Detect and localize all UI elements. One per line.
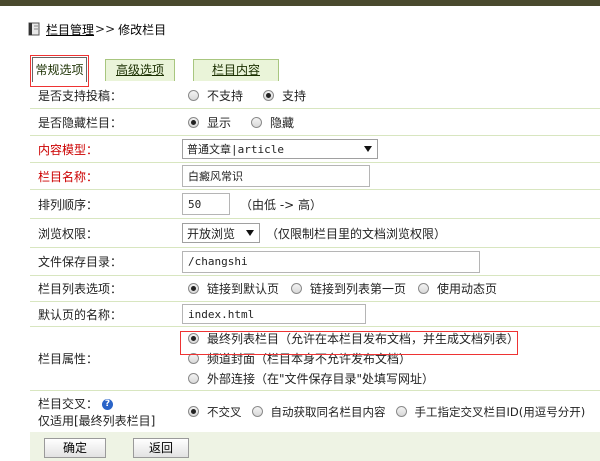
attribute-final-list-radio[interactable]: 最终列表栏目（允许在本栏目发布文档，并生成文档列表） — [182, 330, 519, 347]
row-submission: 是否支持投稿： 不支持 支持 — [30, 82, 600, 109]
breadcrumb-separator: >> — [95, 22, 116, 36]
list-option-default-radio[interactable]: 链接到默认页 — [182, 280, 279, 297]
attribute-channel-cover-radio[interactable]: 频道封面（栏目本身不允许发布文档） — [182, 350, 411, 367]
hidden-label: 是否隐藏栏目： — [38, 115, 123, 130]
row-hidden: 是否隐藏栏目： 显示 隐藏 — [30, 109, 600, 136]
dropdown-arrow-icon — [364, 146, 372, 152]
save-dir-label: 文件保存目录： — [38, 255, 123, 269]
select-value: 开放浏览 — [187, 226, 236, 241]
input-value: /changshi — [188, 255, 248, 268]
help-icon[interactable]: ? — [102, 398, 114, 410]
browse-permission-select[interactable]: 开放浏览 — [182, 223, 260, 243]
radio-circle — [418, 283, 430, 294]
input-value: index.html — [188, 307, 255, 321]
option-label: 链接到列表第一页 — [310, 282, 407, 296]
cross-label: 栏目交叉：? 仅适用[最终列表栏目] — [30, 391, 182, 432]
cross-label-line2: 仅适用[最终列表栏目] — [38, 413, 156, 428]
default-page-input[interactable]: index.html — [182, 304, 366, 324]
browse-label: 浏览权限： — [38, 226, 99, 241]
submission-label: 是否支持投稿： — [38, 88, 123, 103]
hidden-show-radio[interactable]: 显示 — [182, 114, 231, 131]
breadcrumb-parent-link[interactable]: 栏目管理 — [46, 21, 94, 38]
hidden-hide-radio[interactable]: 隐藏 — [245, 114, 294, 131]
name-label: 栏目名称： — [38, 169, 99, 184]
radio-circle-selected — [188, 333, 199, 344]
row-content-model: 内容模型： 普通文章|article — [30, 136, 600, 163]
list-option-label: 栏目列表选项： — [38, 282, 123, 296]
option-label: 隐藏 — [270, 115, 295, 130]
book-icon — [28, 22, 40, 36]
option-label: 不交叉 — [207, 404, 242, 419]
radio-circle — [188, 373, 199, 384]
cross-none-radio[interactable]: 不交叉 — [182, 404, 242, 420]
save-directory-input[interactable]: /changshi — [182, 250, 480, 273]
channel-name-input[interactable]: 白癜风常识 — [182, 165, 370, 187]
radio-circle-selected — [188, 283, 199, 294]
radio-circle — [188, 89, 199, 101]
list-option-first-page-radio[interactable]: 链接到列表第一页 — [285, 280, 406, 297]
option-label: 自动获取同名栏目内容 — [270, 404, 386, 419]
option-label: 手工指定交叉栏目ID(用逗号分开) — [414, 404, 586, 419]
breadcrumb-current: 修改栏目 — [118, 22, 167, 37]
row-cross: 栏目交叉：? 仅适用[最终列表栏目] 不交叉 自动获取同名栏目内容 手工指定交叉… — [30, 391, 600, 432]
submission-no-radio[interactable]: 不支持 — [182, 87, 243, 104]
row-order: 排列顺序： 50 （由低 -> 高） — [30, 190, 600, 219]
list-option-dynamic-radio[interactable]: 使用动态页 — [412, 280, 497, 297]
browse-hint: （仅限制栏目里的文档浏览权限） — [266, 226, 447, 241]
select-value: 普通文章|article — [187, 143, 284, 156]
content-model-label: 内容模型： — [38, 142, 99, 157]
radio-circle-selected — [263, 89, 275, 101]
top-bar — [0, 0, 600, 6]
option-label: 外部连接（在"文件保存目录"处填写网址） — [207, 372, 435, 386]
cross-manual-radio[interactable]: 手工指定交叉栏目ID(用逗号分开) — [390, 404, 586, 420]
tab-advanced[interactable]: 高级选项 — [105, 59, 175, 81]
order-label: 排列顺序： — [38, 197, 99, 212]
order-hint: （由低 -> 高） — [240, 197, 323, 212]
tab-content[interactable]: 栏目内容 — [193, 59, 279, 81]
input-value: 白癜风常识 — [188, 170, 243, 183]
attribute-label: 栏目属性： — [38, 352, 99, 366]
row-save-dir: 文件保存目录： /changshi — [30, 248, 600, 276]
default-page-label: 默认页的名称： — [38, 307, 123, 322]
radio-circle — [251, 406, 263, 417]
radio-circle — [188, 353, 199, 364]
option-label: 显示 — [207, 115, 232, 130]
radio-circle — [251, 116, 263, 128]
row-name: 栏目名称： 白癜风常识 — [30, 163, 600, 190]
back-button[interactable]: 返回 — [133, 438, 189, 458]
confirm-button[interactable]: 确定 — [44, 438, 106, 458]
attribute-external-link-radio[interactable]: 外部连接（在"文件保存目录"处填写网址） — [182, 370, 434, 387]
breadcrumb: 栏目管理 >> 修改栏目 — [28, 19, 166, 39]
cross-label-line1: 栏目交叉：? — [38, 395, 114, 412]
dropdown-arrow-icon — [246, 230, 254, 236]
row-default-page: 默认页的名称： index.html — [30, 302, 600, 327]
radio-circle-selected — [188, 116, 199, 128]
radio-circle — [291, 283, 303, 294]
cross-auto-radio[interactable]: 自动获取同名栏目内容 — [246, 404, 386, 420]
option-label: 最终列表栏目（允许在本栏目发布文档，并生成文档列表） — [207, 332, 520, 346]
radio-circle — [395, 406, 407, 417]
option-label: 使用动态页 — [437, 282, 498, 296]
option-label: 链接到默认页 — [207, 282, 280, 296]
option-label: 支持 — [282, 88, 307, 103]
row-attribute: 栏目属性： 最终列表栏目（允许在本栏目发布文档，并生成文档列表） 频道封面（栏目… — [30, 327, 600, 391]
option-label: 不支持 — [207, 88, 244, 103]
submission-yes-radio[interactable]: 支持 — [257, 87, 306, 104]
row-list-option: 栏目列表选项： 链接到默认页 链接到列表第一页 使用动态页 — [30, 276, 600, 302]
input-value: 50 — [188, 197, 202, 211]
radio-circle-selected — [188, 406, 199, 417]
tab-general[interactable]: 常规选项 — [32, 57, 87, 82]
sort-order-input[interactable]: 50 — [182, 193, 230, 215]
row-browse: 浏览权限： 开放浏览 （仅限制栏目里的文档浏览权限） — [30, 219, 600, 248]
form-footer: 确定 返回 — [30, 432, 600, 461]
content-model-select[interactable]: 普通文章|article — [182, 139, 378, 159]
option-label: 频道封面（栏目本身不允许发布文档） — [207, 352, 412, 366]
